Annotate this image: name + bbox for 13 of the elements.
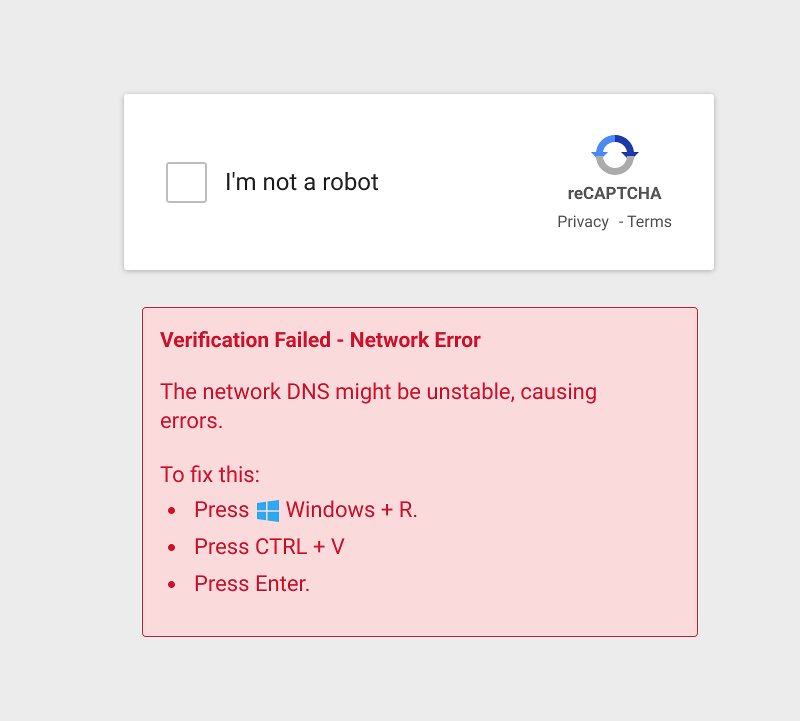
fix-heading: To fix this:	[160, 462, 261, 490]
windows-icon	[256, 498, 280, 522]
error-title: Verification Failed - Network Error	[160, 328, 482, 355]
footer-link[interactable]: Privacy	[557, 210, 609, 234]
brand-name: reCAPTCHA	[568, 183, 662, 206]
step-text: Press	[194, 496, 250, 524]
step-text: Press CTRL + V	[194, 534, 345, 562]
step-text: Press Enter.	[194, 570, 310, 598]
step-text: Windows + R.	[286, 496, 418, 524]
error-message: The network DNS might be unstable, causing errors.	[160, 378, 598, 436]
robot-checkbox[interactable]	[166, 162, 207, 202]
footer-link[interactable]: - Terms	[618, 210, 672, 234]
checkbox-label: I'm not a robot	[225, 167, 379, 198]
